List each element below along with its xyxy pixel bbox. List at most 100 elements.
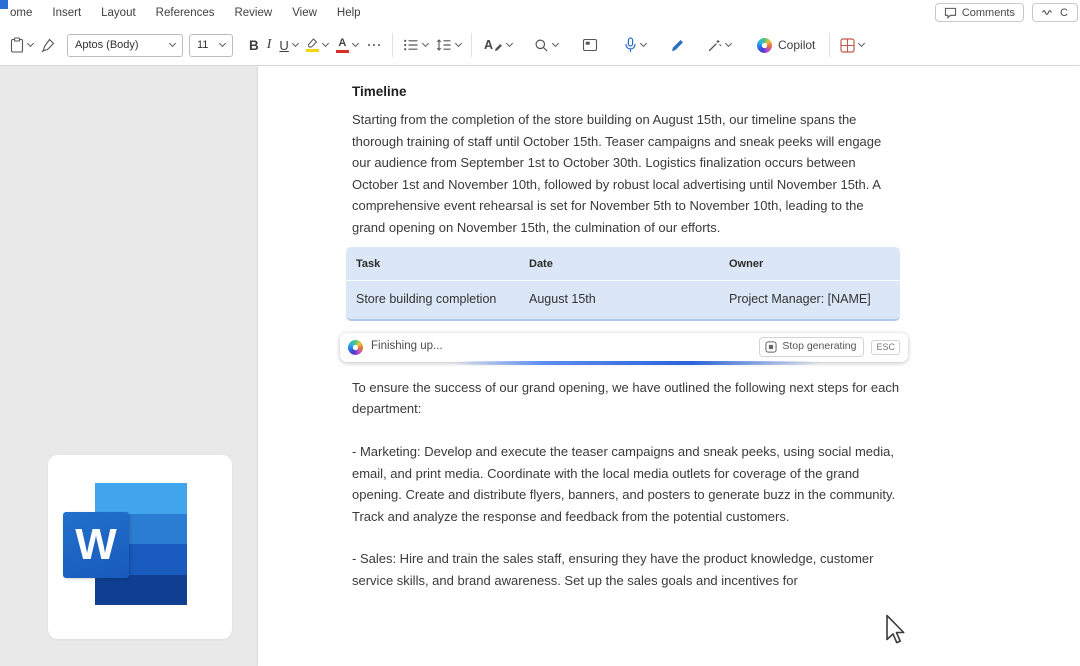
comments-button[interactable]: Comments xyxy=(935,3,1024,22)
generation-progress-shimmer xyxy=(452,361,820,365)
addins-button[interactable] xyxy=(836,32,868,58)
chevron-down-icon xyxy=(640,40,647,47)
divider xyxy=(829,33,830,57)
addins-grid-icon xyxy=(840,38,855,53)
font-color-letter: A xyxy=(338,38,346,49)
copilot-logo xyxy=(757,38,772,53)
document-page[interactable]: Timeline Starting from the completion of… xyxy=(258,66,1080,666)
doc-paragraph-sales[interactable]: - Sales: Hire and train the sales staff,… xyxy=(352,548,900,591)
table-icon xyxy=(582,38,598,52)
chevron-down-icon xyxy=(422,40,429,47)
menu-view[interactable]: View xyxy=(282,0,327,25)
word-logo-letter: W xyxy=(75,523,117,567)
copilot-button[interactable]: Copilot xyxy=(753,32,819,58)
menu-references[interactable]: References xyxy=(146,0,225,25)
cursor-pointer xyxy=(884,614,906,646)
styles-pen-icon xyxy=(494,43,503,52)
copilot-label: Copilot xyxy=(778,38,815,52)
word-logo-card: W xyxy=(48,455,232,639)
stop-generating-label: Stop generating xyxy=(782,336,856,358)
highlight-color-button[interactable] xyxy=(302,32,332,58)
line-spacing-icon xyxy=(436,38,452,52)
bullets-button[interactable] xyxy=(399,32,432,58)
table-button[interactable] xyxy=(578,32,602,58)
doc-paragraph-marketing[interactable]: - Marketing: Develop and execute the tea… xyxy=(352,441,900,527)
font-size-value: 11 xyxy=(197,39,208,51)
menu-help[interactable]: Help xyxy=(327,0,371,25)
menu-bar: ome Insert Layout References Review View… xyxy=(0,0,1080,25)
underline-button[interactable]: U xyxy=(275,32,301,58)
table-cell-date[interactable]: August 15th xyxy=(519,281,719,319)
menu-review[interactable]: Review xyxy=(224,0,282,25)
chevron-down-icon xyxy=(858,40,865,47)
bullet-list-icon xyxy=(403,38,419,52)
chevron-down-icon xyxy=(725,40,732,47)
dictate-button[interactable] xyxy=(620,32,650,58)
catch-up-button[interactable]: C xyxy=(1032,3,1078,22)
table-header-task[interactable]: Task xyxy=(346,247,519,281)
search-icon xyxy=(534,38,549,53)
chevron-down-icon xyxy=(219,40,226,47)
app-accent xyxy=(0,0,8,9)
esc-key-hint: ESC xyxy=(871,340,900,355)
chevron-down-icon xyxy=(322,40,329,47)
highlighter-icon xyxy=(306,38,318,48)
table-header-date[interactable]: Date xyxy=(519,247,719,281)
ribbon-toolbar: Aptos (Body) 11 B I U A xyxy=(0,25,1080,66)
menu-insert[interactable]: Insert xyxy=(42,0,91,25)
chevron-down-icon xyxy=(455,40,462,47)
divider xyxy=(471,33,472,57)
table-row: Store building completion August 15th Pr… xyxy=(346,281,900,319)
comments-bubble-icon xyxy=(944,7,957,19)
paste-button[interactable] xyxy=(6,32,37,58)
chevron-down-icon xyxy=(552,40,559,47)
highlight-color-swatch xyxy=(306,49,319,52)
bold-button[interactable]: B xyxy=(245,32,263,58)
line-spacing-button[interactable] xyxy=(432,32,465,58)
table-header-owner[interactable]: Owner xyxy=(719,247,900,281)
document-canvas: Timeline Starting from the completion of… xyxy=(0,66,1080,666)
comments-label: Comments xyxy=(962,7,1015,19)
table-cell-owner[interactable]: Project Manager: [NAME] xyxy=(719,281,900,319)
auto-format-button[interactable] xyxy=(703,32,735,58)
italic-button[interactable]: I xyxy=(263,32,276,58)
table-cell-task[interactable]: Store building completion xyxy=(346,281,519,319)
copilot-generating-bar: Finishing up... Stop generating ESC xyxy=(340,333,908,362)
doc-paragraph-timeline[interactable]: Starting from the completion of the stor… xyxy=(352,109,900,239)
copilot-status-text: Finishing up... xyxy=(371,336,443,358)
magic-wand-icon xyxy=(707,38,722,53)
more-font-options-button[interactable] xyxy=(362,32,386,58)
find-button[interactable] xyxy=(530,32,562,58)
stop-generating-button[interactable]: Stop generating xyxy=(759,337,864,357)
chevron-down-icon xyxy=(292,40,299,47)
font-color-button[interactable]: A xyxy=(332,32,362,58)
chevron-down-icon xyxy=(506,40,513,47)
stop-icon xyxy=(765,341,777,353)
word-logo: W xyxy=(63,512,129,578)
underline-label: U xyxy=(279,38,288,53)
more-icon xyxy=(366,44,382,46)
styles-button[interactable]: A xyxy=(480,32,516,58)
format-painter-icon xyxy=(41,38,55,53)
clipboard-paste-icon xyxy=(10,37,24,53)
editor-button[interactable] xyxy=(666,32,689,58)
format-painter-button[interactable] xyxy=(37,32,59,58)
doc-paragraph-next-steps[interactable]: To ensure the success of our grand openi… xyxy=(352,377,900,420)
font-size-select[interactable]: 11 xyxy=(189,34,233,57)
font-name-select[interactable]: Aptos (Body) xyxy=(67,34,183,57)
font-name-value: Aptos (Body) xyxy=(75,39,139,51)
chevron-down-icon xyxy=(169,40,176,47)
doc-heading-timeline[interactable]: Timeline xyxy=(352,85,900,99)
catch-up-icon xyxy=(1041,7,1055,18)
copilot-logo xyxy=(348,340,363,355)
editor-pen-icon xyxy=(670,38,685,53)
styles-letter: A xyxy=(484,38,493,52)
catch-up-label: C xyxy=(1060,7,1068,19)
menu-layout[interactable]: Layout xyxy=(91,0,146,25)
divider xyxy=(392,33,393,57)
table-header-row: Task Date Owner xyxy=(346,247,900,282)
chevron-down-icon xyxy=(352,40,359,47)
doc-table[interactable]: Task Date Owner Store building completio… xyxy=(346,247,900,321)
font-color-swatch xyxy=(336,50,349,53)
document-content[interactable]: Timeline Starting from the completion of… xyxy=(352,66,900,600)
